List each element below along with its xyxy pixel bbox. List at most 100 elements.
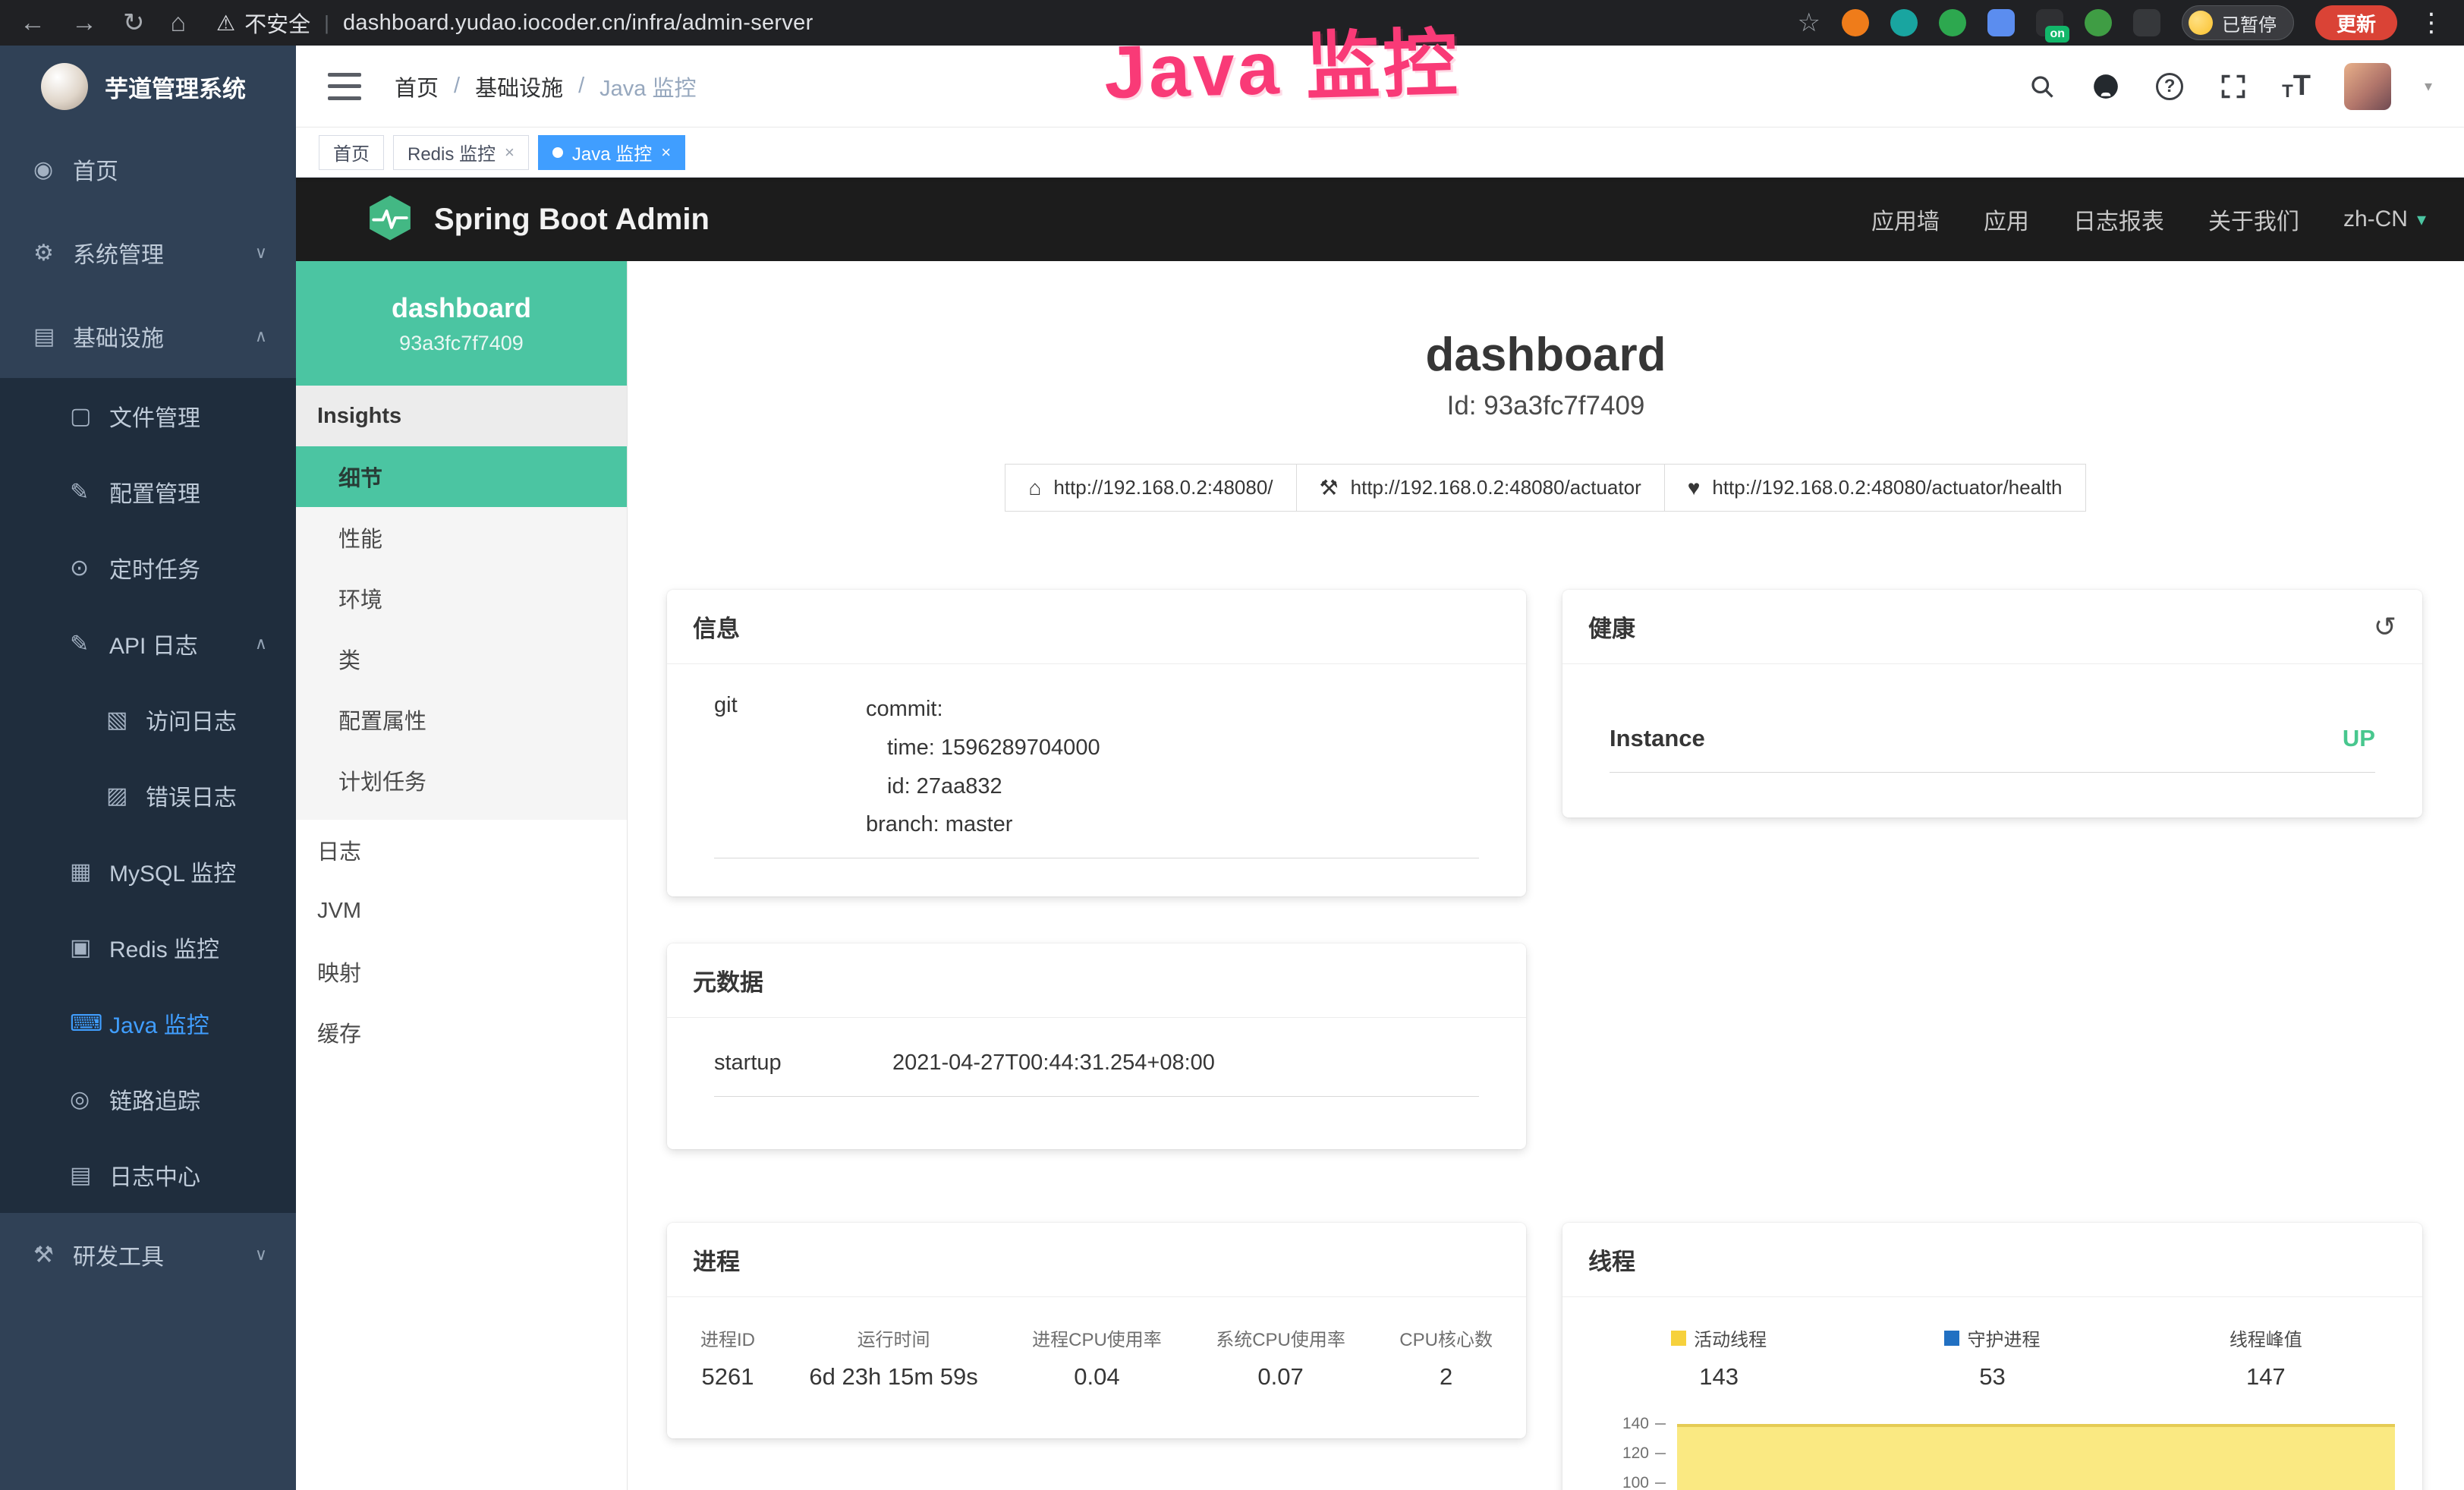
extension-icon-leaf[interactable] [2085,9,2112,36]
avatar-caret-icon[interactable]: ▾ [2425,77,2432,96]
instance-menu-logs[interactable]: 日志 [296,820,627,880]
sidebar-item-redis-monitor[interactable]: ▣ Redis 监控 [0,909,296,985]
page-subtitle: Id: 93a3fc7f7409 [628,391,2464,421]
fullscreen-icon[interactable] [2218,71,2248,102]
chevron-up-icon: ∧ [255,326,267,346]
tab-close-icon[interactable]: × [505,143,515,162]
actuator-url-link[interactable]: ⚒ http://192.168.0.2:48080/actuator [1296,464,1665,512]
sidebar-item-api-logs[interactable]: ✎ API 日志 ∧ [0,606,296,682]
instance-links: ⌂ http://192.168.0.2:48080/ ⚒ http://192… [628,464,2464,512]
sidebar-item-home[interactable]: ◉ 首页 [0,128,296,211]
extension-icon-dark[interactable]: on [2036,9,2063,36]
process-col-pid: 进程ID 5261 [700,1325,755,1391]
browser-menu-icon[interactable]: ⋮ [2418,10,2444,36]
back-icon[interactable]: ← [20,10,46,36]
sba-nav-journal[interactable]: 日志报表 [2073,203,2164,236]
extension-icon-puzzle[interactable] [2133,9,2160,36]
instance-menu-group-insights: Insights [296,386,627,446]
sba-nav-wallboard[interactable]: 应用墙 [1871,203,1940,236]
instance-menu-scheduled-tasks[interactable]: 计划任务 [296,750,627,811]
sidebar-item-mysql-monitor[interactable]: ▦ MySQL 监控 [0,833,296,909]
health-row-label: Instance [1610,725,1705,752]
bookmark-star-icon[interactable]: ☆ [1798,8,1820,38]
sidebar-item-label: API 日志 [109,627,198,660]
sidebar-item-label: 配置管理 [109,475,200,509]
y-axis-tick: 140 [1562,1415,1666,1433]
legend-daemon-threads: 守护进程 53 [1855,1325,2129,1391]
threads-card-header: 线程 [1562,1223,2422,1297]
help-icon[interactable]: ? [2154,71,2185,102]
instance-menu-classes[interactable]: 类 [296,628,627,689]
sba-nav-applications[interactable]: 应用 [1984,203,2029,236]
history-icon[interactable]: ↺ [2374,613,2396,641]
tab-redis-monitor[interactable]: Redis 监控 × [393,135,529,170]
security-warning-icon: ⚠ [216,11,235,36]
legend-swatch-blue [1944,1331,1959,1346]
trace-icon: ◎ [70,1086,109,1113]
legend-label: 活动线程 [1694,1325,1767,1351]
tab-java-monitor[interactable]: Java 监控 × [538,135,685,170]
extension-icon-green[interactable] [1939,9,1966,36]
sidebar-logo[interactable]: 芋道管理系统 [0,46,296,128]
git-branch-line: branch: master [866,805,1100,844]
address-bar[interactable]: ⚠ 不安全 | dashboard.yudao.iocoder.cn/infra… [216,7,813,39]
instance-menu-environment[interactable]: 环境 [296,568,627,628]
status-badge: UP [2343,725,2375,752]
user-avatar[interactable] [2344,63,2391,110]
paused-extension-badge[interactable]: 已暂停 [2182,5,2294,40]
sidebar-item-label: 研发工具 [73,1238,164,1271]
legend-live-threads: 活动线程 143 [1582,1325,1855,1391]
sidebar-item-infrastructure[interactable]: ▤ 基础设施 ∧ [0,295,296,378]
sidebar-item-trace[interactable]: ◎ 链路追踪 [0,1061,296,1137]
metadata-card: 元数据 startup 2021-04-27T00:44:31.254+08:0… [667,943,1526,1149]
github-icon[interactable] [2091,71,2121,102]
health-url-link[interactable]: ♥ http://192.168.0.2:48080/actuator/heal… [1664,464,2086,512]
instance-menu-details[interactable]: 细节 [296,446,627,507]
instance-menu-config-props[interactable]: 配置属性 [296,689,627,750]
sidebar-item-label: 定时任务 [109,551,200,584]
sba-logo-icon[interactable] [366,194,414,246]
sidebar-item-scheduled-tasks[interactable]: ⊙ 定时任务 [0,530,296,606]
sidebar-item-devtools[interactable]: ⚒ 研发工具 ∨ [0,1213,296,1296]
extension-icon-teal[interactable] [1890,9,1918,36]
home-icon[interactable]: ⌂ [171,10,187,36]
address-divider: | [324,11,329,35]
sidebar-item-java-monitor[interactable]: ⌨ Java 监控 [0,985,296,1061]
breadcrumb-home[interactable]: 首页 [395,71,439,102]
col-header: 进程CPU使用率 [1032,1325,1162,1351]
git-time-line: time: 1596289704000 [866,729,1100,767]
sidebar-item-log-center[interactable]: ▤ 日志中心 [0,1137,296,1213]
extension-icon-orange[interactable] [1842,9,1869,36]
breadcrumb: 首页 / 基础设施 / Java 监控 [395,71,696,102]
col-value: 5261 [700,1363,755,1391]
url-text[interactable]: dashboard.yudao.iocoder.cn/infra/admin-s… [343,11,813,36]
sba-nav-about[interactable]: 关于我们 [2208,203,2299,236]
sidebar-item-file-management[interactable]: ▢ 文件管理 [0,378,296,454]
metadata-key: startup [714,1047,892,1076]
forward-icon[interactable]: → [71,10,97,36]
font-size-icon[interactable]: TT [2282,70,2311,102]
breadcrumb-infrastructure[interactable]: 基础设施 [475,71,563,102]
service-url-link[interactable]: ⌂ http://192.168.0.2:48080/ [1005,464,1296,512]
metadata-row: startup 2021-04-27T00:44:31.254+08:00 [714,1044,1479,1097]
hamburger-icon[interactable] [328,73,361,100]
update-button[interactable]: 更新 [2315,5,2397,40]
extension-icon-blue-grid[interactable] [1987,9,2015,36]
sidebar-item-access-logs[interactable]: ▧ 访问日志 [0,682,296,758]
col-header: 系统CPU使用率 [1216,1325,1345,1351]
instance-menu-metrics[interactable]: 性能 [296,507,627,568]
instance-id: 93a3fc7f7409 [399,332,524,355]
heart-pulse-icon: ♥ [1688,476,1701,500]
instance-menu-jvm[interactable]: JVM [296,880,627,941]
instance-menu-mappings[interactable]: 映射 [296,941,627,1002]
tab-close-icon[interactable]: × [661,143,671,162]
sidebar-item-error-logs[interactable]: ▨ 错误日志 [0,758,296,833]
sidebar-item-system[interactable]: ⚙ 系统管理 ∨ [0,211,296,295]
sidebar-item-config-management[interactable]: ✎ 配置管理 [0,454,296,530]
tab-home[interactable]: 首页 [319,135,384,170]
instance-menu-caches[interactable]: 缓存 [296,1002,627,1063]
instance-header[interactable]: dashboard 93a3fc7f7409 [296,261,627,386]
search-icon[interactable] [2027,71,2057,102]
sba-locale-select[interactable]: zh-CN ▾ [2343,206,2426,232]
reload-icon[interactable]: ↻ [123,10,145,36]
